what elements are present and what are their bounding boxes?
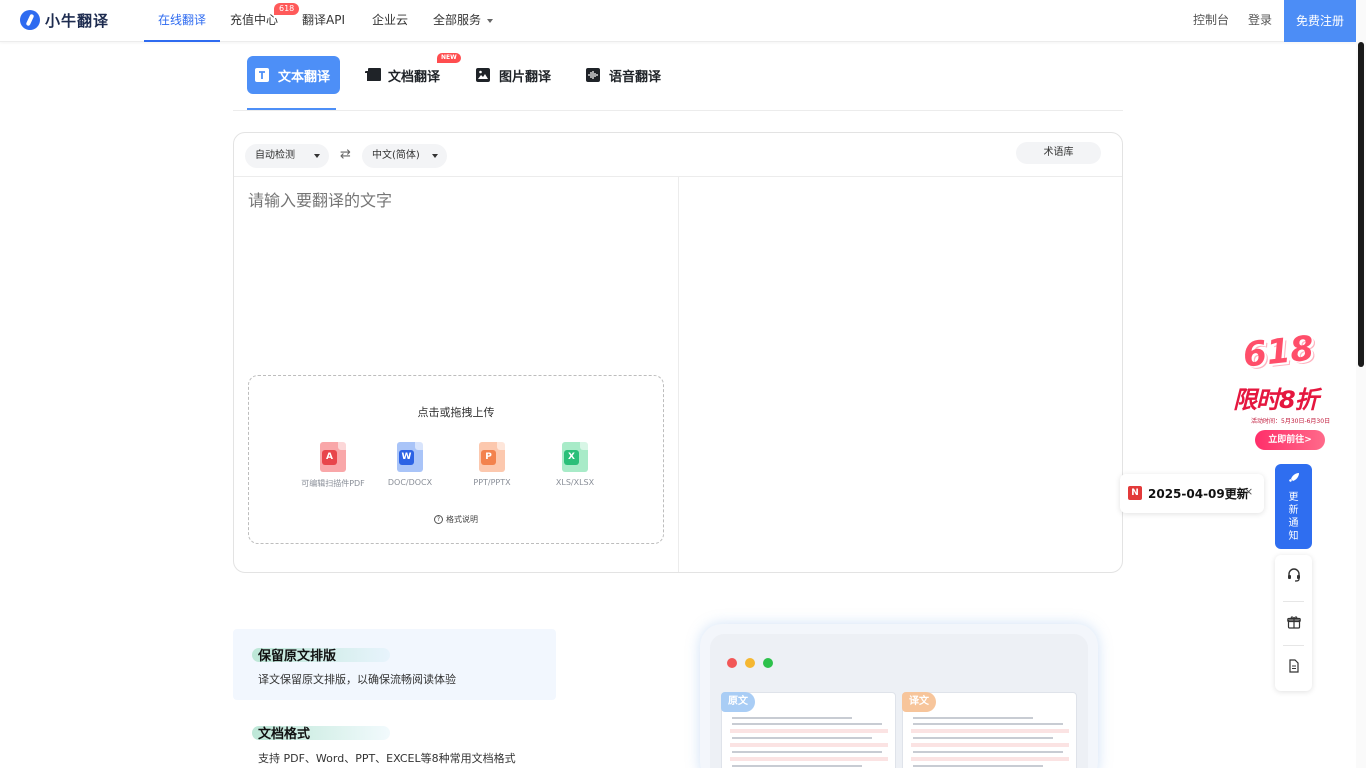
page-scrollbar[interactable]	[1356, 0, 1366, 768]
language-bar: 自动检测 ⇄ 中文(简体) 术语库	[234, 133, 1122, 177]
window-dot-green	[763, 658, 773, 668]
source-tag: 原文	[721, 692, 755, 712]
gift-button[interactable]	[1275, 601, 1312, 645]
folder-icon	[365, 68, 381, 82]
rocket-icon	[1275, 472, 1312, 487]
close-icon[interactable]: ×	[1244, 485, 1253, 498]
active-tab-indicator	[247, 108, 336, 110]
console-link[interactable]: 控制台	[1193, 0, 1229, 42]
promo-go-button[interactable]: 立即前往>	[1255, 430, 1325, 450]
voice-icon	[586, 68, 600, 82]
document-icon	[1287, 658, 1301, 677]
chevron-down-icon	[432, 154, 438, 158]
format-doc: W DOC/DOCX	[370, 442, 450, 487]
nav-online-translate[interactable]: 在线翻译	[144, 0, 221, 42]
format-help-link[interactable]: ? 格式说明	[249, 514, 663, 525]
upload-title: 点击或拖拽上传	[417, 406, 495, 419]
login-link[interactable]: 登录	[1248, 0, 1272, 42]
translate-mode-tabs: 文本翻译 文档翻译 NEW 图片翻译 语音翻译	[233, 53, 1123, 111]
format-ppt: P PPT/PPTX	[452, 442, 532, 487]
window-dot-red	[727, 658, 737, 668]
format-pdf: A 可编辑扫描件PDF	[293, 442, 373, 489]
term-library-button[interactable]: 术语库	[1016, 142, 1101, 164]
tab-text-translate[interactable]: 文本翻译	[247, 56, 341, 94]
source-text-input[interactable]	[248, 191, 668, 210]
text-t-icon	[255, 68, 269, 82]
promo-headline: 限时8折	[1233, 386, 1319, 414]
scrollbar-thumb[interactable]	[1358, 42, 1364, 367]
nav-all-services[interactable]: 全部服务	[433, 0, 494, 42]
gift-icon	[1286, 614, 1301, 633]
feature-desc: 译文保留原文排版，以确保流畅阅读体验	[258, 673, 456, 686]
feature-title: 保留原文排版	[258, 649, 337, 664]
tab-voice-translate[interactable]: 语音翻译	[586, 56, 661, 94]
top-navbar: 小牛翻译 在线翻译 充值中心 618 翻译API 企业云 全部服务 控制台 登录…	[0, 0, 1366, 42]
pdf-icon: A	[320, 442, 346, 472]
nav-recharge-center[interactable]: 充值中心 618	[230, 0, 300, 42]
update-date: 2025-04-09更新	[1148, 487, 1249, 501]
customer-service-button[interactable]	[1275, 555, 1312, 599]
target-language-select[interactable]: 中文(简体)	[362, 144, 447, 168]
new-badge: NEW	[437, 53, 461, 63]
feature-title: 文档格式	[258, 727, 311, 742]
panel-divider	[678, 177, 679, 572]
promo-badge: 618	[274, 3, 300, 15]
image-icon	[476, 68, 490, 82]
feature-card-layout: 保留原文排版 译文保留原文排版，以确保流畅阅读体验	[233, 629, 556, 700]
floating-toolbox	[1275, 555, 1312, 691]
translator-panel: 自动检测 ⇄ 中文(简体) 术语库 点击或拖拽上传 A 可编辑扫描件PDF W …	[233, 132, 1123, 573]
source-document: 原文	[721, 692, 896, 768]
feature-desc: 支持 PDF、Word、PPT、EXCEL等8种常用文档格式	[258, 752, 516, 765]
promo-period: 活动时间：5月30日-6月30日	[1251, 418, 1331, 425]
format-xls: X XLS/XLSX	[535, 442, 615, 487]
file-upload-dropzone[interactable]: 点击或拖拽上传 A 可编辑扫描件PDF W DOC/DOCX P PPT/PPT…	[248, 375, 664, 544]
ppt-icon: P	[479, 442, 505, 472]
promo-618-banner[interactable]: 618 限时8折 活动时间：5月30日-6月30日 立即前往>	[1229, 328, 1357, 453]
question-circle-icon: ?	[434, 515, 443, 524]
headset-icon	[1286, 567, 1302, 587]
chevron-down-icon	[487, 18, 494, 23]
document-preview-mockup: 原文 译文	[700, 624, 1098, 768]
update-notify-button[interactable]: 更新通知	[1275, 464, 1312, 549]
chevron-down-icon	[314, 154, 320, 158]
tab-document-translate[interactable]: 文档翻译 NEW	[365, 53, 461, 94]
excel-icon: X	[562, 442, 588, 472]
brand-logo[interactable]: 小牛翻译	[20, 9, 109, 31]
register-button[interactable]: 免费注册	[1284, 0, 1356, 42]
translated-document: 译文	[902, 692, 1077, 768]
nav-enterprise-cloud[interactable]: 企业云	[372, 0, 408, 42]
niutrans-icon: N	[1128, 486, 1142, 500]
tab-image-translate[interactable]: 图片翻译	[476, 56, 551, 94]
target-tag: 译文	[902, 692, 936, 712]
word-icon: W	[397, 442, 423, 472]
swap-arrows-icon[interactable]: ⇄	[340, 147, 351, 162]
window-dot-yellow	[745, 658, 755, 668]
notify-label: 更新通知	[1288, 492, 1299, 542]
document-button[interactable]	[1275, 645, 1312, 689]
source-language-select[interactable]: 自动检测	[245, 144, 329, 168]
promo-618-text: 618	[1241, 328, 1316, 376]
update-notice-card[interactable]: N 2025-04-09更新 ×	[1120, 474, 1264, 513]
brand-name: 小牛翻译	[45, 11, 110, 30]
nav-translate-api[interactable]: 翻译API	[302, 0, 345, 42]
logo-icon	[20, 10, 40, 30]
